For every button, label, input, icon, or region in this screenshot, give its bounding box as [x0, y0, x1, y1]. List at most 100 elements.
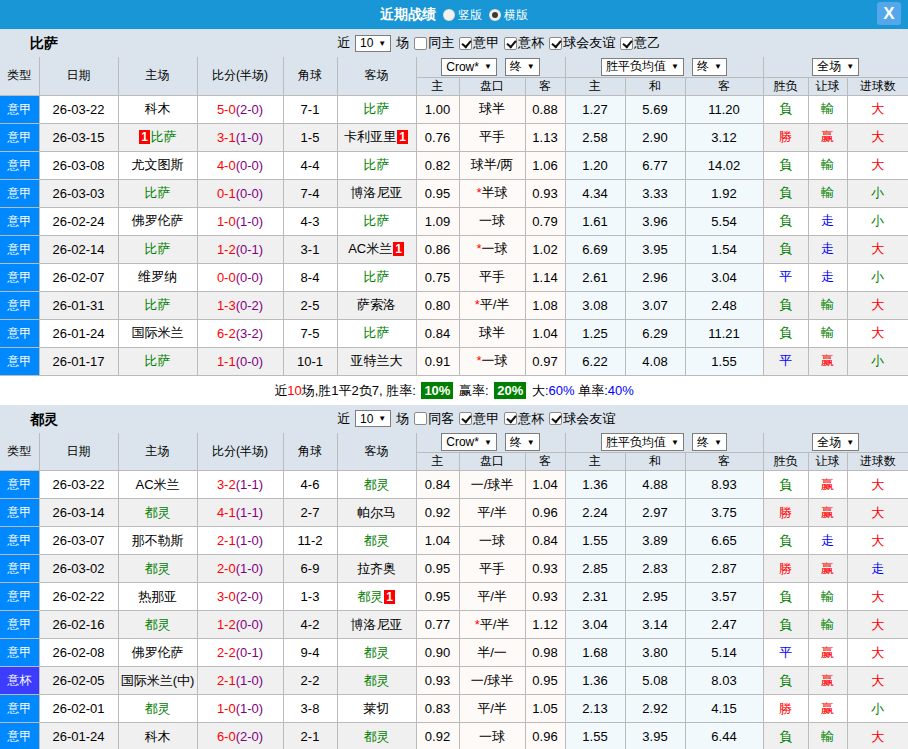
away-team-cell: 都灵	[337, 639, 416, 667]
fulltime-score: 5-0	[217, 102, 236, 117]
result-wdl-cell: 負	[763, 235, 808, 263]
win-odds-cell: 2.13	[565, 695, 625, 723]
halftime-score: (1-0)	[236, 533, 263, 548]
league-cell: 意甲	[0, 95, 39, 123]
win-odds-cell: 6.69	[565, 235, 625, 263]
league-checkbox-意杯[interactable]	[504, 37, 517, 50]
draw-odds-cell: 4.08	[625, 347, 685, 375]
league-checkbox-意甲[interactable]	[459, 412, 472, 425]
result-handicap-cell: 輸	[808, 291, 847, 319]
fulltime-score: 1-0	[217, 214, 236, 229]
league-checkbox-意杯[interactable]	[504, 412, 517, 425]
away-team-cell: 博洛尼亚	[337, 179, 416, 207]
radio-vertical[interactable]	[443, 9, 455, 21]
wdl-mean-select[interactable]: 胜平负均值▼	[601, 433, 684, 451]
recent-count-select[interactable]: 10▼	[355, 410, 391, 427]
handicap-text: 半球	[482, 185, 508, 200]
full-match-select[interactable]: 全场▼	[812, 433, 859, 451]
result-handicap-cell: 輸	[808, 151, 847, 179]
away-team-cell: 比萨	[337, 95, 416, 123]
draw-odds-cell: 2.92	[625, 695, 685, 723]
handicap-text: 一球	[482, 241, 508, 256]
odds-source-select[interactable]: Crow*▼	[441, 433, 497, 451]
dropdown-arrow-icon: ▼	[527, 62, 535, 71]
summary-text: 单率:	[575, 383, 608, 398]
result-wdl-cell: 負	[763, 667, 808, 695]
home-team-name: 热那亚	[138, 589, 177, 604]
result-handicap-cell: 赢	[808, 347, 847, 375]
same-venue-checkbox[interactable]	[414, 37, 427, 50]
result-goals-cell: 大	[847, 235, 908, 263]
odds-home-cell: 0.82	[416, 151, 459, 179]
close-button[interactable]: X	[877, 2, 901, 25]
handicap-text: 平/半	[477, 589, 507, 604]
date-cell: 26-02-05	[39, 667, 118, 695]
full-match-select[interactable]: 全场▼	[812, 58, 859, 76]
fulltime-score: 3-1	[217, 130, 236, 145]
col-header-0: 类型	[0, 433, 39, 471]
score-cell: 1-2(0-0)	[197, 611, 283, 639]
league-checkbox-球会友谊[interactable]	[549, 412, 562, 425]
header-group-1: 胜平负均值▼ 终▼	[565, 57, 763, 77]
section-filters: 近10▼场同主意甲意杯球会友谊意乙	[337, 29, 660, 57]
odds-source-select[interactable]: Crow*▼	[441, 58, 497, 76]
result-handicap-cell: 走	[808, 235, 847, 263]
date-cell: 26-02-16	[39, 611, 118, 639]
away-team-name: 博洛尼亚	[351, 185, 403, 200]
home-team-cell: 尤文图斯	[118, 151, 197, 179]
header-group-0: Crow*▼ 终▼	[416, 57, 565, 77]
score-cell: 2-1(1-0)	[197, 667, 283, 695]
home-team-cell: 维罗纳	[118, 263, 197, 291]
handicap-cell: 球半	[459, 95, 525, 123]
odds-away-cell: 0.88	[525, 95, 565, 123]
win-odds-cell: 1.68	[565, 639, 625, 667]
odds-home-cell: 1.09	[416, 207, 459, 235]
col-header-5: 客场	[337, 57, 416, 95]
final-select-1[interactable]: 终▼	[505, 433, 540, 451]
halftime-score: (1-0)	[236, 701, 263, 716]
score-cell: 1-2(0-1)	[197, 235, 283, 263]
same-venue-checkbox[interactable]	[414, 412, 427, 425]
lose-odds-cell: 3.04	[685, 263, 763, 291]
home-team-cell: 比萨	[118, 179, 197, 207]
win-odds-cell: 1.61	[565, 207, 625, 235]
col-header-1: 日期	[39, 433, 118, 471]
draw-odds-cell: 2.83	[625, 555, 685, 583]
col-header-3: 比分(半场)	[197, 433, 283, 471]
league-checkbox-球会友谊[interactable]	[549, 37, 562, 50]
home-team-name: 国际米兰(中)	[121, 673, 195, 688]
date-cell: 26-03-08	[39, 151, 118, 179]
date-cell: 26-03-03	[39, 179, 118, 207]
dropdown-arrow-icon: ▼	[378, 414, 386, 423]
recent-count-select[interactable]: 10▼	[355, 35, 391, 52]
date-cell: 26-03-22	[39, 471, 118, 499]
home-team-cell: 那不勒斯	[118, 527, 197, 555]
league-checkbox-意甲[interactable]	[459, 37, 472, 50]
summary-text: 场,胜1平2负7, 胜率:	[302, 383, 420, 398]
fulltime-score: 6-2	[217, 326, 236, 341]
summary-text: 近	[274, 383, 287, 398]
lose-odds-cell: 1.92	[685, 179, 763, 207]
col-header-3: 比分(半场)	[197, 57, 283, 95]
league-checkbox-意乙[interactable]	[620, 37, 633, 50]
final-select-2[interactable]: 终▼	[692, 58, 727, 76]
final-select-2[interactable]: 终▼	[692, 433, 727, 451]
away-team-cell: 比萨	[337, 263, 416, 291]
win-odds-cell: 6.22	[565, 347, 625, 375]
radio-horizontal[interactable]	[489, 9, 501, 21]
home-team-name: 都灵	[145, 617, 171, 632]
handicap-cell: 一/球半	[459, 667, 525, 695]
away-team-name: AC米兰	[348, 241, 392, 256]
handicap-cell: 一/球半	[459, 471, 525, 499]
draw-odds-cell: 3.95	[625, 235, 685, 263]
near-label: 近	[337, 410, 350, 428]
final-select-1[interactable]: 终▼	[505, 58, 540, 76]
home-team-name: 佛罗伦萨	[132, 213, 184, 228]
summary-row: 近10场,胜1平2负7, 胜率: 10% 赢率: 20% 大:60% 单率:40…	[0, 376, 908, 405]
win-odds-cell: 2.58	[565, 123, 625, 151]
corner-cell: 3-8	[283, 695, 337, 723]
away-team-name: 帕尔马	[357, 505, 396, 520]
wdl-mean-select[interactable]: 胜平负均值▼	[601, 58, 684, 76]
odds-home-cell: 0.80	[416, 291, 459, 319]
odds-home-cell: 0.76	[416, 123, 459, 151]
